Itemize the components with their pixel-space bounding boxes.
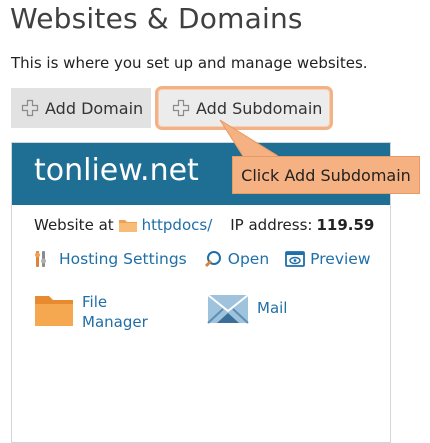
folder-icon [35,296,73,326]
add-domain-label: Add Domain [45,98,144,118]
site-actions-row: Hosting Settings Open Preview [34,250,387,268]
open-link[interactable]: Open [203,250,269,268]
hosting-settings-link[interactable]: Hosting Settings [34,250,187,268]
mail-icon [207,294,249,324]
docroot-link[interactable]: httpdocs/ [142,216,213,234]
mail-tile[interactable]: Mail [207,292,287,324]
file-manager-label-line2: Manager [82,313,148,331]
page-description: This is where you set up and manage webs… [11,54,368,72]
website-info-row: Website at httpdocs/ IP address: 119.59 [34,216,374,234]
plus-icon [172,99,190,117]
callout-text: Click Add Subdomain [241,165,411,185]
preview-label: Preview [310,250,371,268]
hosting-settings-label: Hosting Settings [59,250,187,268]
hosting-settings-icon [35,251,46,267]
callout-tooltip: Click Add Subdomain [232,156,420,194]
preview-link[interactable]: Preview [285,250,371,268]
folder-icon [118,220,137,232]
ip-address-label: IP address: [230,216,313,234]
ip-address-value: 119.59 [316,216,375,234]
website-at-label: Website at [34,216,114,234]
file-manager-tile[interactable]: File Manager [34,292,148,332]
file-manager-label-line1: File [82,293,108,311]
page-title: Websites & Domains [10,2,303,35]
plus-icon [21,99,39,117]
preview-icon [285,251,306,267]
site-name[interactable]: tonliew.net [34,153,199,188]
open-icon [204,251,221,268]
add-domain-button[interactable]: Add Domain [11,88,151,128]
open-label: Open [227,250,270,268]
add-subdomain-label: Add Subdomain [196,98,323,118]
mail-label: Mail [257,299,288,317]
